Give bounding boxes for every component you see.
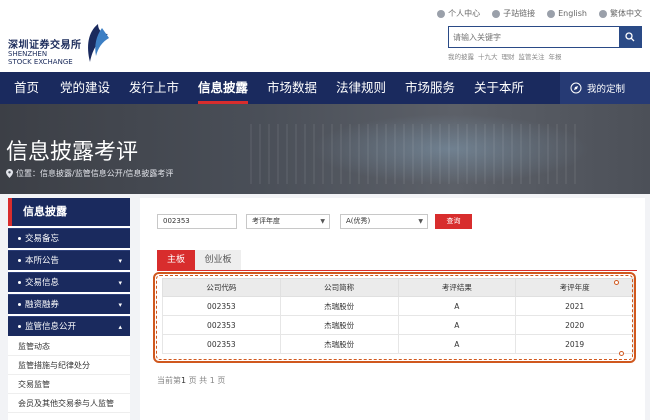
nav-item-rules[interactable]: 法律规则 <box>336 72 386 104</box>
sidebar-title: 信息披露 <box>8 198 130 226</box>
sidebar-subitem[interactable]: 监管措施与纪律处分 <box>8 356 130 375</box>
sidebar-item-label: 交易信息 <box>25 278 60 288</box>
top-link-english[interactable]: English <box>547 8 587 19</box>
breadcrumb-text[interactable]: 位置：信息披露/监管信息公开/信息披露考评 <box>16 168 173 179</box>
pager-mid: 页 共 <box>188 376 208 385</box>
bullet-icon <box>18 259 21 262</box>
logo-en-line1: SHENZHEN <box>8 50 48 58</box>
company-code-field[interactable]: 002353 <box>157 214 237 229</box>
chevron-down-icon: ▾ <box>118 301 122 309</box>
sidebar-item-label: 本所公告 <box>25 256 60 266</box>
top-link-personal[interactable]: 个人中心 <box>437 8 480 19</box>
sidebar-item-trading-info[interactable]: 交易信息 ▾ <box>8 272 130 292</box>
nav-item-party[interactable]: 党的建设 <box>60 72 110 104</box>
sidebar-subitem[interactable]: 交易监管 <box>8 375 130 394</box>
hot-word[interactable]: 十九大 <box>478 51 498 61</box>
top-link-label: 子站链接 <box>503 9 536 18</box>
globe-icon <box>547 9 556 18</box>
chevron-down-icon: ▾ <box>118 279 122 287</box>
nav-item-disclosure[interactable]: 信息披露 <box>198 72 249 104</box>
sidebar-item-announcements[interactable]: 本所公告 ▾ <box>8 250 130 270</box>
nav-item-market-data[interactable]: 市场数据 <box>267 72 317 104</box>
top-link-label: 个人中心 <box>448 9 481 18</box>
sidebar-item-label: 交易备忘 <box>25 234 60 244</box>
logo-en-line2: STOCK EXCHANGE <box>8 58 73 66</box>
bullet-icon <box>18 303 21 306</box>
bullet-icon <box>18 281 21 284</box>
year-select-value: 考评年度 <box>252 217 280 225</box>
search-icon <box>625 32 635 42</box>
nav-item-about[interactable]: 关于本所 <box>474 72 524 104</box>
sidebar-item-label: 监管信息公开 <box>25 322 77 332</box>
highlight-handle <box>619 351 624 356</box>
hot-word[interactable]: 我的披露 <box>448 51 474 61</box>
result-select-value: A(优秀) <box>346 217 371 225</box>
my-custom-label: 我的定制 <box>587 84 626 95</box>
sidebar-item-margin[interactable]: 融资融券 ▾ <box>8 294 130 314</box>
sidebar-item-regulation[interactable]: 监管信息公开 ▴ <box>8 316 130 336</box>
pager-current: 1 <box>181 376 187 385</box>
pager-suffix: 页 <box>217 376 226 385</box>
chevron-down-icon: ▼ <box>418 218 423 225</box>
pager-total: 1 <box>209 376 215 385</box>
location-pin-icon <box>6 169 13 178</box>
sidebar-subitem[interactable]: 监管动态 <box>8 337 130 356</box>
top-links: 个人中心 子站链接 English 繁体中文 <box>437 8 642 19</box>
logo-mark-icon <box>88 24 109 62</box>
hot-words: 我的披露 十九大 理财 监管关注 年报 <box>448 51 562 61</box>
compass-icon <box>570 82 582 94</box>
highlight-handle <box>614 280 619 285</box>
search-input[interactable] <box>449 27 619 47</box>
hot-word[interactable]: 监管关注 <box>519 51 545 61</box>
main-nav: 首页 党的建设 发行上市 信息披露 市场数据 法律规则 市场服务 关于本所 我的… <box>0 72 650 104</box>
sidebar-item-label: 融资融券 <box>25 300 60 310</box>
search-box <box>448 26 642 48</box>
sidebar-subitem[interactable]: 会员及其他交易参与人监管 <box>8 394 130 413</box>
pagination: 当前第1 页 共 1 页 <box>157 375 225 386</box>
top-link-label: English <box>558 9 587 18</box>
hot-word[interactable]: 年报 <box>549 51 562 61</box>
pager-prefix: 当前第 <box>157 376 181 385</box>
chevron-down-icon: ▼ <box>320 218 325 225</box>
nav-item-listing[interactable]: 发行上市 <box>129 72 179 104</box>
link-icon <box>492 9 501 18</box>
chevron-up-icon: ▴ <box>118 323 122 331</box>
bullet-icon <box>18 237 21 240</box>
top-link-substations[interactable]: 子站链接 <box>492 8 535 19</box>
nav-item-home[interactable]: 首页 <box>14 72 39 104</box>
query-button[interactable]: 查询 <box>435 214 472 229</box>
tab-main-board[interactable]: 主板 <box>157 250 195 270</box>
year-select[interactable]: 考评年度 ▼ <box>246 214 330 229</box>
nav-item-services[interactable]: 市场服务 <box>405 72 455 104</box>
highlight-frame-inner <box>156 275 633 360</box>
page-title: 信息披露考评 <box>6 140 139 165</box>
search-button[interactable] <box>619 27 641 47</box>
language-icon <box>599 9 607 18</box>
header: 深圳证券交易所 SHENZHEN STOCK EXCHANGE 个人中心 子站链… <box>0 0 650 72</box>
breadcrumb: 位置：信息披露/监管信息公开/信息披露考评 <box>6 168 173 179</box>
my-custom-button[interactable]: 我的定制 <box>560 72 650 104</box>
tab-underline <box>157 270 637 271</box>
person-icon <box>437 9 446 18</box>
sse-logo[interactable]: 深圳证券交易所 SHENZHEN STOCK EXCHANGE <box>8 20 118 70</box>
sidebar-item-trading-memo[interactable]: 交易备忘 <box>8 228 130 248</box>
chevron-down-icon: ▾ <box>118 257 122 265</box>
result-select[interactable]: A(优秀) ▼ <box>340 214 428 229</box>
logo-cn-text: 深圳证券交易所 <box>8 40 82 51</box>
top-link-traditional[interactable]: 繁体中文 <box>599 8 642 19</box>
hot-word[interactable]: 理财 <box>502 51 515 61</box>
sidebar: 信息披露 交易备忘 本所公告 ▾ 交易信息 ▾ 融资融券 ▾ 监管信息公开 ▴ … <box>8 198 130 420</box>
top-link-label: 繁体中文 <box>610 9 642 18</box>
bullet-icon <box>18 325 21 328</box>
tab-chinext[interactable]: 创业板 <box>195 250 241 270</box>
